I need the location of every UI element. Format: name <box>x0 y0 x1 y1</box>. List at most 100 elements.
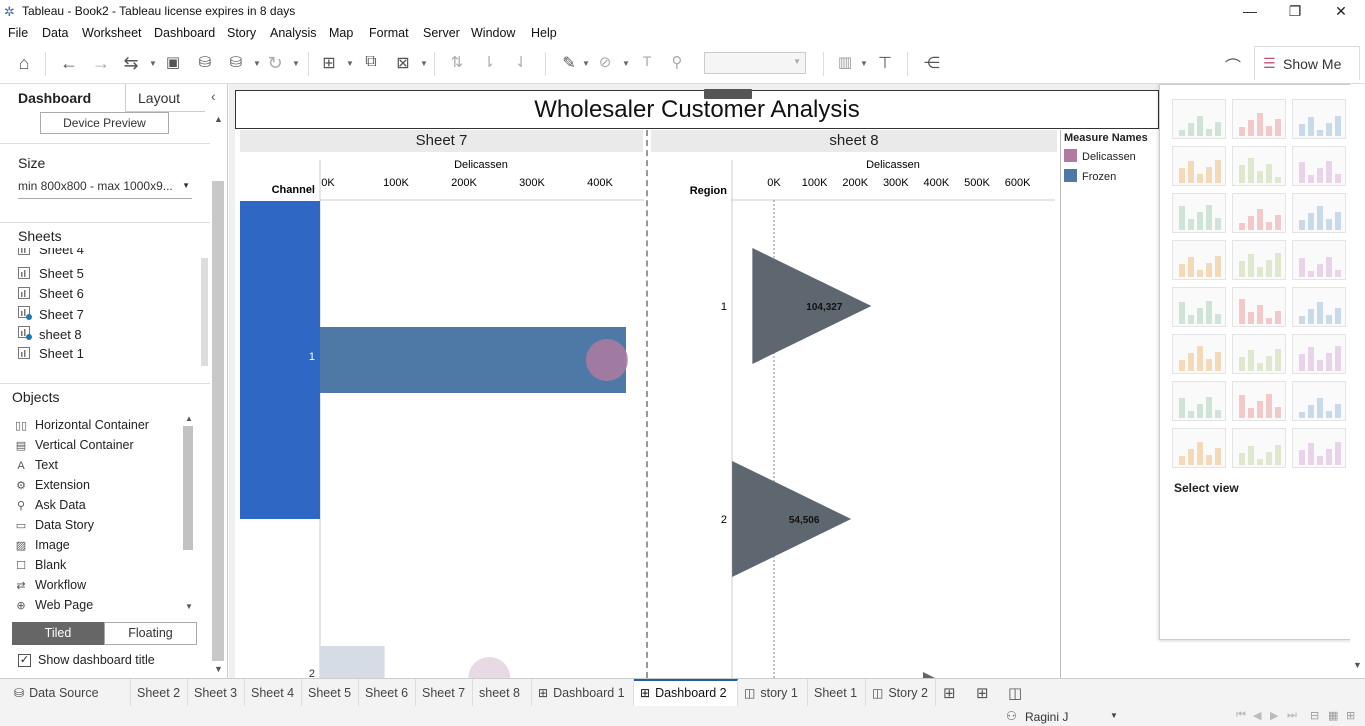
fix-axes-icon[interactable]: ⚲ <box>666 53 688 71</box>
scroll-up-icon[interactable]: ▲ <box>214 114 223 124</box>
pause-updates-icon[interactable]: ⛁ <box>225 53 247 71</box>
chart-type-stacked-bars-icon[interactable] <box>1232 193 1286 233</box>
chart-type-text-table-icon[interactable] <box>1172 99 1226 139</box>
tab-sheet-5[interactable]: Sheet 5 <box>302 679 359 707</box>
new-worksheet-icon[interactable]: ⊞ <box>318 53 340 73</box>
scroll-down-icon[interactable]: ▼ <box>185 602 193 611</box>
sheet-item-sheet-1[interactable]: Sheet 1 <box>18 346 84 366</box>
grid-view-icon[interactable]: ⊞ <box>1346 709 1355 722</box>
chart-type-packed-bubbles-icon[interactable] <box>1292 428 1346 468</box>
replace-data-source-icon[interactable]: ⇆ <box>120 53 142 74</box>
scroll-down-icon[interactable]: ▼ <box>1353 660 1362 670</box>
device-preview-button[interactable]: Device Preview <box>40 112 169 134</box>
menu-map[interactable]: Map <box>329 26 353 40</box>
scroll-up-icon[interactable]: ▲ <box>185 414 193 423</box>
menu-server[interactable]: Server <box>423 26 460 40</box>
tab-data-source[interactable]: ⛁ Data Source <box>8 679 131 707</box>
home-icon[interactable]: ⌂ <box>13 53 35 74</box>
size-dropdown[interactable]: min 800x800 - max 1000x9... ▼ <box>18 179 192 199</box>
sheets-scrollbar[interactable] <box>201 258 208 366</box>
undo-icon[interactable]: ← <box>58 53 80 74</box>
share-icon[interactable]: ⋲ <box>921 53 943 73</box>
show-title-checkbox[interactable]: ✓ <box>18 654 31 667</box>
chart-type-filled-map-icon[interactable] <box>1232 146 1286 186</box>
presentation-mode-icon[interactable]: ⊤ <box>874 53 896 73</box>
sheet7-header[interactable]: Sheet 7 <box>240 130 643 152</box>
maximize-button[interactable]: ❐ <box>1272 0 1318 24</box>
chart-type-treemap-icon[interactable] <box>1172 240 1226 280</box>
new-data-source-icon[interactable]: ⛁ <box>194 53 216 71</box>
show-me-button[interactable]: ☰ Show Me <box>1254 46 1360 80</box>
legend-item-frozen[interactable]: Frozen <box>1064 169 1159 189</box>
sheet-item-sheet-7[interactable]: Sheet 7 <box>18 306 84 326</box>
close-button[interactable]: ✕ <box>1318 0 1364 24</box>
tab-sheet-4[interactable]: Sheet 4 <box>245 679 302 707</box>
new-dashboard-icon[interactable]: ⊞ <box>976 684 989 702</box>
chevron-down-icon[interactable]: ▼ <box>292 59 300 68</box>
menu-format[interactable]: Format <box>369 26 409 40</box>
object-blank[interactable]: ☐ Blank <box>14 558 66 578</box>
chart-type-side-by-side-circles-icon[interactable] <box>1292 240 1346 280</box>
sheet-item-sheet-6[interactable]: Sheet 6 <box>18 286 84 306</box>
chevron-down-icon[interactable]: ▼ <box>622 59 630 68</box>
menu-data[interactable]: Data <box>42 26 68 40</box>
menu-worksheet[interactable]: Worksheet <box>82 26 142 40</box>
scroll-down-icon[interactable]: ▼ <box>214 664 223 674</box>
tab-dashboard-1[interactable]: ⊞ Dashboard 1 <box>532 679 634 707</box>
swap-rows-columns-icon[interactable]: ⇅ <box>446 53 468 71</box>
user-name[interactable]: Ragini J <box>1025 710 1068 724</box>
menu-window[interactable]: Window <box>471 26 515 40</box>
tab-sheet-8[interactable]: sheet 8 <box>473 679 532 707</box>
sheet8-header[interactable]: sheet 8 <box>651 130 1057 152</box>
chevron-down-icon[interactable]: ▼ <box>1110 711 1118 720</box>
legend[interactable]: Measure Names Delicassen Frozen <box>1064 130 1159 210</box>
highlight-icon[interactable]: ✎ <box>558 53 580 73</box>
chart-type-scatter-plot-icon[interactable] <box>1172 381 1226 421</box>
show-tabs-icon[interactable]: ⊟ <box>1310 709 1319 722</box>
next-page-icon[interactable]: ▶ <box>1270 709 1278 722</box>
format-painter-icon[interactable]: ⌒ <box>1222 53 1244 77</box>
chevron-down-icon[interactable]: ▼ <box>420 59 428 68</box>
sort-ascending-icon[interactable]: ⇂ <box>478 53 500 71</box>
refresh-icon[interactable]: ↻ <box>264 53 286 74</box>
chart-type-highlight-table-icon[interactable] <box>1292 99 1346 139</box>
last-page-icon[interactable]: ⏭ <box>1287 709 1297 722</box>
prev-page-icon[interactable]: ◀ <box>1253 709 1261 722</box>
tab-sheet-3[interactable]: Sheet 3 <box>188 679 245 707</box>
tab-sheet-2[interactable]: Sheet 2 <box>131 679 188 707</box>
menu-story[interactable]: Story <box>227 26 256 40</box>
objects-scrollbar[interactable] <box>183 426 193 550</box>
menu-help[interactable]: Help <box>531 26 557 40</box>
chart-type-dual-combination-icon[interactable] <box>1292 334 1346 374</box>
chart-type-lines-discrete-icon[interactable] <box>1232 287 1286 327</box>
sheet8-chart[interactable]: Delicassen 0K 100K 200K 300K 400K 500K 600K Regi… <box>651 152 1057 678</box>
chart-type-histogram-icon[interactable] <box>1232 381 1286 421</box>
group-members-icon[interactable]: ⊘ <box>594 53 616 71</box>
tab-sheet-6[interactable]: Sheet 6 <box>359 679 416 707</box>
object-data-story[interactable]: ▭ Data Story <box>14 518 94 538</box>
first-page-icon[interactable]: ⏮ <box>1236 709 1246 722</box>
sheet-item-sheet-8[interactable]: sheet 8 <box>18 326 82 346</box>
collapse-panel-icon[interactable]: ‹ <box>211 88 216 104</box>
chart-type-symbol-map-icon[interactable] <box>1172 146 1226 186</box>
tab-layout[interactable]: Layout <box>125 84 205 112</box>
chart-type-lines-continuous-icon[interactable] <box>1172 287 1226 327</box>
sheet-item-sheet-5[interactable]: Sheet 5 <box>18 266 84 286</box>
tab-dashboard-2[interactable]: ⊞ Dashboard 2 <box>634 679 738 707</box>
tiled-button[interactable]: Tiled <box>12 622 104 645</box>
show-cards-icon[interactable]: ▥ <box>834 53 856 71</box>
chart-type-area-discrete-icon[interactable] <box>1232 334 1286 374</box>
object-vertical-container[interactable]: ▤ Vertical Container <box>14 438 134 458</box>
chart-type-box-and-whisker-icon[interactable] <box>1292 381 1346 421</box>
object-horizontal-container[interactable]: ▯▯ Horizontal Container <box>14 418 149 438</box>
menu-analysis[interactable]: Analysis <box>270 26 317 40</box>
chevron-down-icon[interactable]: ▼ <box>253 59 261 68</box>
tab-story-2[interactable]: ◫ Story 2 <box>866 679 936 707</box>
chart-type-heat-map-icon[interactable] <box>1232 99 1286 139</box>
chevron-down-icon[interactable]: ▼ <box>582 59 590 68</box>
chart-type-side-by-side-bars-icon[interactable] <box>1292 193 1346 233</box>
dashboard-title[interactable]: Wholesaler Customer Analysis <box>235 90 1159 129</box>
redo-icon[interactable]: → <box>90 53 112 74</box>
object-web-page[interactable]: ⊕ Web Page <box>14 598 93 618</box>
floating-button[interactable]: Floating <box>104 622 197 645</box>
